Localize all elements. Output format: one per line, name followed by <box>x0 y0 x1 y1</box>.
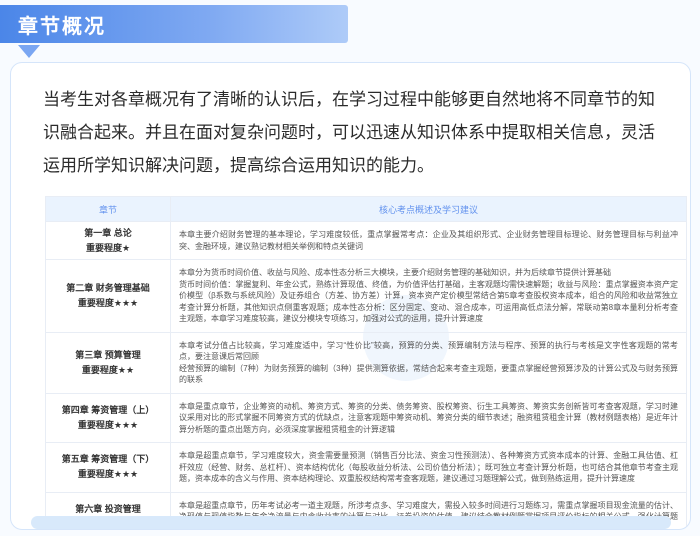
content-card: 当考生对各章概况有了清晰的认识后，在学习过程中能够更自然地将不同章节的知识融合起… <box>10 62 691 530</box>
summary-text: 本章是重点章节，企业筹资的动机、筹资方式、筹资的分类、债务筹资、股权筹资、衍生工… <box>179 401 678 434</box>
summary-text: 本章是超重点章节，学习难度较大，资金需要量预测（销售百分比法、资金习性预测法）、… <box>179 451 678 483</box>
intro-paragraph: 当考生对各章概况有了清晰的认识后，在学习过程中能够更自然地将不同章节的知识融合起… <box>43 90 655 175</box>
chapter-cell: 第三章 预算管理 重要程度★★ <box>45 331 171 394</box>
col-header-summary: 核心考点概述及学习建议 <box>170 196 687 222</box>
summary-cell: 本章主要介绍财务管理的基本理论，学习难度较低，重点掌握常考点：企业及其组织形式、… <box>170 221 687 260</box>
section-banner: 章节概况 <box>0 5 348 43</box>
chapter-name: 第二章 财务管理基础 <box>66 282 150 293</box>
summary-cell: 本章分为货币时间价值、收益与风险、成本性态分析三大模块，主要介绍财务管理的基础知… <box>170 259 687 333</box>
col-header-chapter: 章节 <box>45 196 171 222</box>
importance-rating: 重要程度★★★ <box>77 469 139 480</box>
table-row: 第二章 财务管理基础 重要程度★★★ 本章分为货币时间价值、收益与风险、成本性态… <box>45 259 687 333</box>
summary-text: 经营预算的编制（7种）为财务预算的编制（3种）提供测算依据，常结合起来考查主观题… <box>179 363 678 385</box>
summary-text: 本章主要介绍财务管理的基本理论，学习难度较低，重点掌握常考点：企业及其组织形式、… <box>179 230 678 251</box>
triangle-down-icon <box>18 45 40 58</box>
chapter-name: 第一章 总论 <box>84 227 132 238</box>
chapter-cell: 第四章 筹资管理（上） 重要程度★★★ <box>45 392 171 443</box>
chapter-name: 第六章 投资管理 <box>75 503 141 514</box>
table-row: 第五章 筹资管理（下） 重要程度★★★ 本章是超重点章节，学习难度较大，资金需要… <box>45 442 687 493</box>
summary-cell: 本章考试分值占比较高，学习难度适中，学习“性价比”较高，预算的分类、预算编制方法… <box>170 331 687 394</box>
importance-rating: 重要程度★★★ <box>77 297 139 308</box>
section-title: 章节概况 <box>18 15 106 38</box>
chapter-cell: 第五章 筹资管理（下） 重要程度★★★ <box>45 442 171 493</box>
table-header-row: 章节 核心考点概述及学习建议 <box>45 196 687 222</box>
table-row: 第四章 筹资管理（上） 重要程度★★★ 本章是重点章节，企业筹资的动机、筹资方式… <box>45 392 687 443</box>
importance-rating: 重要程度★★★ <box>77 419 139 430</box>
chapter-overview-table: 章节 核心考点概述及学习建议 第一章 总论 重要程度★ 本章主要介绍财务管理的基… <box>45 196 687 529</box>
chapter-cell: 第一章 总论 重要程度★ <box>45 221 171 260</box>
summary-text: 本章分为货币时间价值、收益与风险、成本性态分析三大模块，主要介绍财务管理的基础知… <box>179 268 611 277</box>
decorative-band <box>31 516 671 529</box>
summary-text: 本章考试分值占比较高，学习难度适中，学习“性价比”较高，预算的分类、预算编制方法… <box>179 340 678 362</box>
summary-cell: 本章是超重点章节，学习难度较大，资金需要量预测（销售百分比法、资金习性预测法）、… <box>170 442 687 493</box>
chapter-name: 第三章 预算管理 <box>75 349 141 360</box>
summary-text: 货币时间价值：掌握复利、年金公式，熟练计算现值、终值，为价值评估打基础，主客观题… <box>179 279 678 324</box>
chapter-name: 第四章 筹资管理（上） <box>61 404 155 415</box>
summary-cell: 本章是重点章节，企业筹资的动机、筹资方式、筹资的分类、债务筹资、股权筹资、衍生工… <box>170 392 687 443</box>
chapter-name: 第五章 筹资管理（下） <box>61 454 155 465</box>
table-row: 第一章 总论 重要程度★ 本章主要介绍财务管理的基本理论，学习难度较低，重点掌握… <box>45 221 687 260</box>
table-row: 第三章 预算管理 重要程度★★ 本章考试分值占比较高，学习难度适中，学习“性价比… <box>45 331 687 394</box>
importance-rating: 重要程度★★ <box>81 364 135 375</box>
chapter-cell: 第二章 财务管理基础 重要程度★★★ <box>45 259 171 333</box>
importance-rating: 重要程度★ <box>85 242 131 253</box>
